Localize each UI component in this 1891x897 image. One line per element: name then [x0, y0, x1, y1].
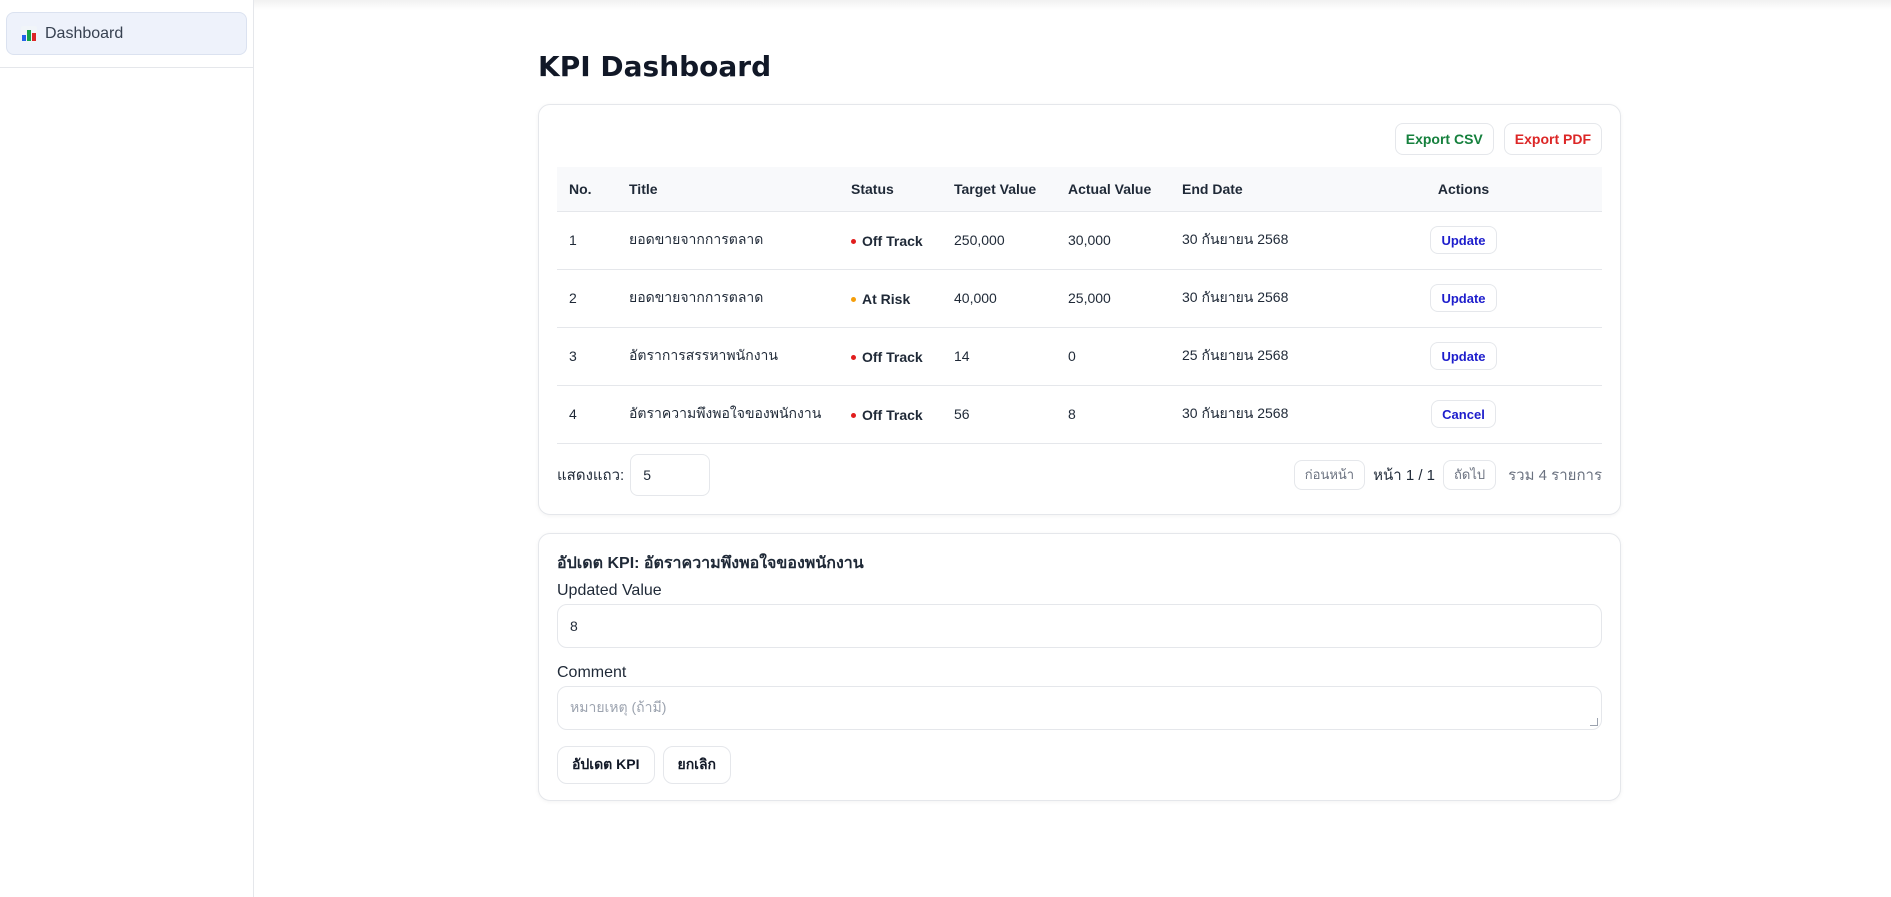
prev-page-button[interactable]: ก่อนหน้า [1293, 459, 1366, 490]
status-label: Off Track [862, 233, 923, 250]
update-button[interactable]: Update [1430, 226, 1497, 254]
resize-handle-icon[interactable] [1590, 717, 1598, 726]
sidebar-item-label: Dashboard [45, 24, 124, 42]
export-csv-button[interactable]: Export CSV [1394, 123, 1494, 155]
cell-end-date: 30 กันยายน 2568 [1170, 269, 1410, 328]
update-button[interactable]: Update [1430, 342, 1497, 370]
export-toolbar: Export CSV Export PDF [557, 123, 1602, 155]
column-header-target: Target Value [942, 167, 1056, 212]
cancel-button[interactable]: ยกเลิก [662, 745, 732, 784]
kpi-table-card: Export CSV Export PDF No. Title Status T… [538, 104, 1621, 515]
cell-no: 3 [557, 327, 617, 386]
cell-status: Off Track [839, 211, 942, 270]
cell-actions: Update [1410, 211, 1517, 270]
page-indicator: หน้า 1 / 1 [1373, 466, 1436, 484]
rows-per-page: แสดงแถว: 5 [557, 453, 711, 496]
status-label: Off Track [862, 407, 923, 424]
column-header-actual: Actual Value [1056, 167, 1170, 212]
cell-title: ยอดขายจากการตลาด [617, 211, 839, 270]
column-header-actions: Actions [1410, 167, 1517, 212]
cell-actual: 30,000 [1056, 211, 1170, 270]
status-dot-icon [851, 412, 856, 418]
table-row: 3 อัตราการสรรหาพนักงาน Off Track 14 0 25… [557, 327, 1602, 386]
cell-status: At Risk [839, 269, 942, 328]
table-header-row: No. Title Status Target Value Actual Val… [557, 167, 1602, 212]
next-page-button[interactable]: ถัดไป [1443, 459, 1497, 490]
rows-per-page-label: แสดงแถว: [557, 466, 625, 484]
table-row: 4 อัตราความพึงพอใจของพนักงาน Off Track 5… [557, 385, 1602, 444]
column-header-spacer [1517, 167, 1602, 212]
total-count: รวม 4 รายการ [1508, 466, 1602, 484]
cell-status: Off Track [839, 385, 942, 444]
cell-title: ยอดขายจากการตลาด [617, 269, 839, 328]
sidebar-nav: Dashboard [0, 0, 253, 68]
cell-actions: Update [1410, 269, 1517, 328]
updated-value-input[interactable]: 8 [557, 603, 1602, 648]
cell-actual: 0 [1056, 327, 1170, 386]
cell-no: 2 [557, 269, 617, 328]
header-shadow [254, 0, 1891, 10]
bar-chart-icon [21, 25, 37, 42]
cell-end-date: 30 กันยายน 2568 [1170, 211, 1410, 270]
form-actions: อัปเดต KPI ยกเลิก [557, 745, 1602, 784]
updated-value-label: Updated Value [557, 581, 662, 599]
cell-actual: 8 [1056, 385, 1170, 444]
cell-actual: 25,000 [1056, 269, 1170, 328]
cell-target: 56 [942, 385, 1056, 444]
cell-status: Off Track [839, 327, 942, 386]
comment-placeholder: หมายเหตุ (ถ้ามี) [570, 698, 667, 715]
comment-label: Comment [557, 663, 627, 681]
cancel-update-button[interactable]: Cancel [1431, 400, 1496, 428]
column-header-title: Title [617, 167, 839, 212]
cell-no: 4 [557, 385, 617, 444]
cell-end-date: 30 กันยายน 2568 [1170, 385, 1410, 444]
pagination-bar: แสดงแถว: 5 ก่อนหน้า หน้า 1 / 1 ถัดไป รวม… [557, 453, 1602, 496]
form-title: อัปเดต KPI: อัตราความพึงพอใจของพนักงาน [557, 554, 864, 572]
content: KPI Dashboard Export CSV Export PDF No. … [538, 48, 1621, 801]
sidebar: Dashboard [0, 0, 254, 897]
status-dot-icon [851, 354, 856, 360]
table-row: 2 ยอดขายจากการตลาด At Risk 40,000 25,000… [557, 269, 1602, 328]
update-kpi-form: อัปเดต KPI: อัตราความพึงพอใจของพนักงาน U… [538, 532, 1621, 801]
comment-textarea[interactable]: หมายเหตุ (ถ้ามี) [557, 685, 1602, 730]
sidebar-item-dashboard[interactable]: Dashboard [6, 12, 247, 55]
cell-end-date: 25 กันยายน 2568 [1170, 327, 1410, 386]
cell-actions: Cancel [1410, 385, 1517, 444]
column-header-status: Status [839, 167, 942, 212]
status-dot-icon [851, 238, 856, 244]
page-title: KPI Dashboard [538, 50, 772, 83]
cell-no: 1 [557, 211, 617, 270]
update-button[interactable]: Update [1430, 284, 1497, 312]
cell-target: 14 [942, 327, 1056, 386]
cell-target: 40,000 [942, 269, 1056, 328]
submit-kpi-button[interactable]: อัปเดต KPI [557, 745, 655, 784]
cell-title: อัตราการสรรหาพนักงาน [617, 327, 839, 386]
status-label: At Risk [862, 291, 911, 308]
export-pdf-button[interactable]: Export PDF [1503, 123, 1602, 155]
column-header-no: No. [557, 167, 617, 212]
cell-actions: Update [1410, 327, 1517, 386]
rows-per-page-input[interactable]: 5 [630, 453, 711, 496]
status-dot-icon [851, 296, 856, 302]
status-label: Off Track [862, 349, 923, 366]
cell-title: อัตราความพึงพอใจของพนักงาน [617, 385, 839, 444]
main-area: KPI Dashboard Export CSV Export PDF No. … [254, 0, 1891, 897]
cell-target: 250,000 [942, 211, 1056, 270]
pagination-controls: ก่อนหน้า หน้า 1 / 1 ถัดไป รวม 4 รายการ [1293, 459, 1602, 490]
column-header-end-date: End Date [1170, 167, 1410, 212]
kpi-table: No. Title Status Target Value Actual Val… [557, 167, 1602, 444]
table-row: 1 ยอดขายจากการตลาด Off Track 250,000 30,… [557, 211, 1602, 270]
